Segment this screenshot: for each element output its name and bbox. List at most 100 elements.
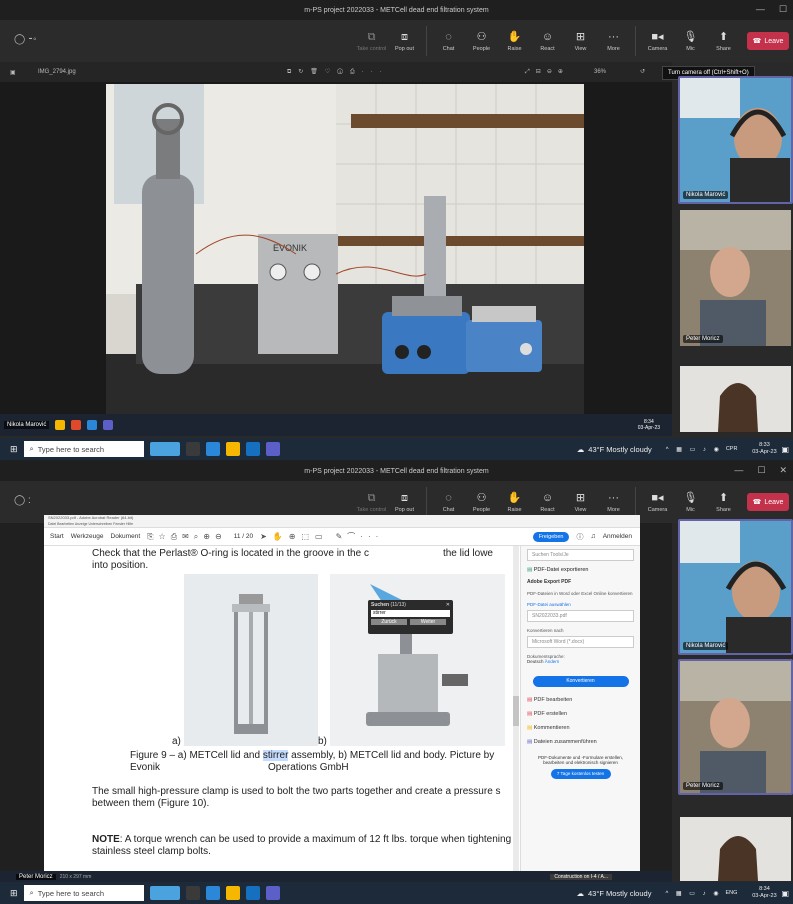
pdf-tool-icons[interactable]: ⎘☆⎙✉⌕⊕⊖ [147,532,227,542]
taskbar-clock[interactable]: 8:34 03-Apr-23 [747,886,781,900]
combine-item[interactable]: ▤ Dateien zusammenführen [527,739,634,745]
notification-icon[interactable]: ▣ [781,445,789,454]
minimize-icon[interactable]: — [734,465,743,476]
task-view-icon[interactable] [185,442,200,456]
outlook-icon[interactable] [245,442,260,456]
zoom-level: 36% [594,69,607,75]
more-button[interactable]: ··· More [598,485,629,519]
tools-search[interactable]: Suchen Tools/Je [527,549,634,561]
react-button[interactable]: ☺ React [532,24,563,58]
edge-icon[interactable] [205,442,220,456]
close-icon[interactable]: ✕ [446,602,450,608]
take-control-button[interactable]: ⧉ Take control [356,485,387,519]
choose-file-link[interactable]: PDF-Datei auswählen [527,602,634,607]
task-view-icon[interactable] [185,886,200,900]
export-pdf-item[interactable]: ▤ PDF-Datei exportieren [527,567,634,573]
comment-item[interactable]: ▤ Kommentieren [527,725,634,731]
people-button[interactable]: ⚇ People [466,24,497,58]
file-explorer-icon[interactable] [225,886,240,900]
more-button[interactable]: ··· More [598,24,629,58]
create-icon: ▤ [527,711,533,717]
freigeben-button[interactable]: Freigeben [532,531,570,542]
file-explorer-icon[interactable] [225,442,240,456]
trial-button[interactable]: 7 Tage kostenlos testen [550,769,611,779]
viewer-tools[interactable]: ⧉↻🗑♡ⓘ⎙··· [287,68,389,76]
teams-window-bottom: m-PS project 2022033 - METCell dead end … [0,461,793,904]
widget-icon[interactable] [149,442,180,456]
mic-button[interactable]: 🎙 Mic [675,485,706,519]
people-button[interactable]: ⚇ People [466,485,497,519]
taskbar-clock[interactable]: 8:33 03-Apr-23 [747,442,781,456]
rotate-icon[interactable]: ↺ [640,68,645,75]
weather-widget[interactable]: ☁ 43°F Mostly cloudy [577,445,652,454]
participant-tile-3[interactable] [678,364,793,434]
teams-icon[interactable] [265,442,280,456]
share-button[interactable]: ⬆ Share [708,24,739,58]
find-prev-button[interactable]: Zurück [371,619,407,625]
teams-window-top: m-PS project 2022033 - METCell dead end … [0,0,793,460]
system-tray[interactable]: ^ ▦ ▭ ♪ ◉ [665,890,721,897]
create-pdf-item[interactable]: ▤ PDF erstellen [527,711,634,717]
chat-button[interactable]: ◌ Chat [433,24,464,58]
tab-dokument[interactable]: Dokument [111,533,141,540]
outlook-icon[interactable] [245,886,260,900]
react-button[interactable]: ☺ React [532,485,563,519]
raise-hand-button[interactable]: ✋ Raise [499,485,530,519]
pop-out-button[interactable]: ⧈ Pop out [389,485,420,519]
chat-button[interactable]: ◌ Chat [433,485,464,519]
taskbar-search[interactable]: ⌕ Type here to search [23,441,144,457]
find-next-button[interactable]: Weiter [410,619,446,625]
view-button[interactable]: ⊞ View [565,485,596,519]
taskbar-search[interactable]: ⌕ Type here to search [23,885,144,901]
pdf-scrollbar[interactable] [513,546,519,876]
camera-button[interactable]: ■◂ Camera [642,485,673,519]
zoom-tools[interactable]: ⤢⊟⊖⊕ [525,68,569,76]
take-control-button[interactable]: ⧉ Take control [356,24,387,58]
camera-button[interactable]: ■◂ Camera [642,24,673,58]
help-icon[interactable]: ⓘ [576,532,583,542]
close-icon[interactable]: ✕ [779,465,787,476]
maximize-icon[interactable]: ☐ [757,465,765,476]
view-button[interactable]: ⊞ View [565,24,596,58]
edge-icon[interactable] [205,886,220,900]
find-input[interactable]: stirrer [371,610,450,617]
notification-icon[interactable]: ▣ [781,889,789,898]
participant-tile-1[interactable]: Nikola Marović [678,76,793,204]
convert-button[interactable]: Konvertieren [532,676,629,687]
bell-icon[interactable]: ♫ [590,533,595,540]
export-description: PDF-Dateien in Word oder Excel Online ko… [527,591,633,596]
signin-link[interactable]: Anmelden [603,533,632,540]
windows-start-icon[interactable]: ⊞ [10,444,18,455]
system-tray[interactable]: ^ ▦ ▭ ♪ ◉ [666,446,722,453]
teams-icon[interactable] [265,886,280,900]
input-language[interactable]: ENG [726,890,738,896]
page-indicator[interactable]: 11 / 20 [234,533,253,540]
tab-werkzeuge[interactable]: Werkzeuge [71,533,104,540]
edit-pdf-item[interactable]: ▤ PDF bearbeiten [527,697,634,703]
maximize-icon[interactable]: ☐ [779,4,787,15]
doc-text-line: into position. [92,560,149,571]
leave-button[interactable]: ☎ Leave [747,493,789,511]
weather-widget[interactable]: ☁ 43°F Mostly cloudy [577,889,652,898]
pop-out-button[interactable]: ⧈ Pop out [389,24,420,58]
selected-file[interactable]: SN2022033.pdf [527,610,634,622]
raise-hand-button[interactable]: ✋ Raise [499,24,530,58]
input-language[interactable]: CPR [726,446,738,452]
leave-button[interactable]: ☎ Leave [747,32,789,50]
participant-tile-1[interactable]: Nikola Marović [678,519,793,655]
pdf-nav-icons[interactable]: ➤✋⊕⬚▭ [260,532,328,541]
share-button[interactable]: ⬆ Share [708,485,739,519]
doc-text-line: Check that the Perlast® O-ring is locate… [92,548,493,559]
windows-taskbar: ⊞ ⌕ Type here to search ☁ 43°F Mostly clou… [0,438,793,460]
widget-icon[interactable] [149,886,180,900]
participant-tile-2[interactable]: Peter Moricz [678,208,793,348]
windows-start-icon[interactable]: ⊞ [10,888,18,899]
participant-tile-2[interactable]: Peter Moricz [678,659,793,795]
cast-icon: ⧉ [367,491,376,504]
comment-icons[interactable]: ✎⌒··· [336,531,384,542]
minimize-icon[interactable]: — [756,4,765,15]
tab-start[interactable]: Start [50,533,64,540]
participant-tile-3[interactable] [678,815,793,883]
format-select[interactable]: Microsoft Word (*.docx) [527,636,634,648]
mic-button[interactable]: 🎙 Mic [675,24,706,58]
